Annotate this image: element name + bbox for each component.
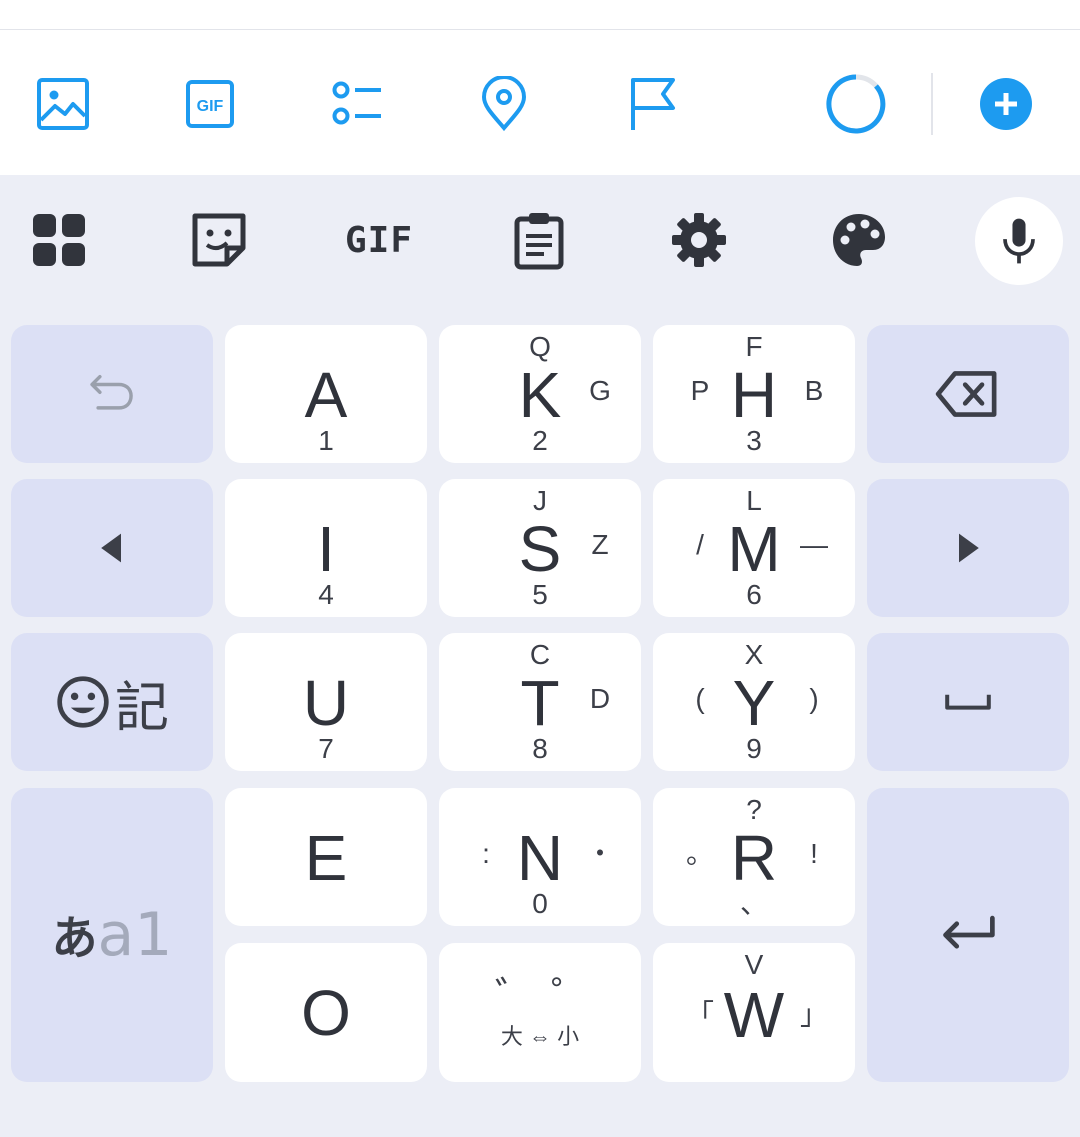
location-icon — [481, 76, 527, 132]
gif-icon: GIF — [186, 80, 234, 128]
key-s[interactable]: J S Z 5 — [439, 479, 641, 617]
compose-toolbar: GIF — [0, 0, 1080, 175]
clipboard-icon — [514, 213, 564, 270]
alphanumeric-mode-label: a1 — [97, 900, 173, 970]
cursor-right-key[interactable] — [867, 479, 1069, 617]
emoji-symbol-key[interactable]: 記 — [11, 633, 213, 771]
svg-text:GIF: GIF — [197, 98, 224, 115]
space-icon — [945, 694, 991, 710]
mic-icon — [1003, 218, 1035, 264]
undo-key[interactable] — [11, 325, 213, 463]
emoji-icon — [57, 676, 109, 728]
add-gif-button[interactable]: GIF — [178, 72, 242, 136]
gif-icon: GIF — [344, 219, 414, 261]
key-t[interactable]: C T D 8 — [439, 633, 641, 771]
grid-icon — [33, 214, 85, 266]
key-r[interactable]: ? 。 R ! 、 — [653, 788, 855, 926]
settings-button[interactable] — [662, 203, 736, 277]
palette-icon — [833, 214, 885, 266]
add-location-button[interactable] — [472, 72, 536, 136]
key-k[interactable]: Q K G 2 — [439, 325, 641, 463]
key-a[interactable]: A 1 — [225, 325, 427, 463]
dakuten-label: ゛ — [495, 975, 535, 1019]
key-e[interactable]: E — [225, 788, 427, 926]
apps-button[interactable] — [22, 203, 96, 277]
size-toggle-label: 大 ⇔ 小 — [500, 1024, 580, 1049]
arrow-right-icon — [959, 533, 979, 563]
progress-ring-icon — [826, 74, 886, 134]
space-key[interactable] — [867, 633, 1069, 771]
add-flag-button[interactable] — [619, 72, 683, 136]
add-image-button[interactable] — [31, 72, 95, 136]
key-m[interactable]: L / M — 6 — [653, 479, 855, 617]
poll-icon — [332, 81, 381, 125]
flag-icon — [631, 78, 675, 130]
backspace-key[interactable] — [867, 325, 1069, 463]
character-count-ring — [824, 72, 888, 136]
key-y[interactable]: X ( Y ) 9 — [653, 633, 855, 771]
cursor-left-key[interactable] — [11, 479, 213, 617]
hiragana-mode-label: あ — [51, 911, 98, 965]
add-poll-button[interactable] — [325, 72, 389, 136]
gif-keyboard-button[interactable]: GIF — [342, 203, 416, 277]
sticker-icon — [192, 213, 246, 267]
input-mode-toggle-key[interactable]: あ a1 — [11, 788, 213, 1082]
key-i[interactable]: I 4 — [225, 479, 427, 617]
gear-icon — [672, 213, 726, 267]
enter-key[interactable] — [867, 788, 1069, 1082]
key-o[interactable]: O — [225, 943, 427, 1082]
voice-input-button[interactable] — [975, 197, 1063, 285]
key-u[interactable]: U 7 — [225, 633, 427, 771]
key-h[interactable]: F P H B 3 — [653, 325, 855, 463]
add-icon — [980, 78, 1032, 130]
top-divider — [0, 29, 1080, 30]
dakuten-toggle-key[interactable]: ゛ ゜ 大 ⇔ 小 — [439, 943, 641, 1082]
sticker-button[interactable] — [182, 203, 256, 277]
key-n[interactable]: : N ・ 0 — [439, 788, 641, 926]
enter-icon — [943, 915, 995, 949]
add-thread-button[interactable] — [974, 72, 1038, 136]
clipboard-button[interactable] — [502, 203, 576, 277]
backspace-icon — [935, 371, 997, 417]
handakuten-label: ゜ — [551, 975, 591, 1019]
theme-button[interactable] — [822, 203, 896, 277]
undo-icon — [90, 374, 133, 410]
image-icon — [37, 78, 89, 130]
toolbar-divider — [931, 73, 933, 135]
key-w[interactable]: V 「 W 」 — [653, 943, 855, 1082]
symbol-label: 記 — [115, 675, 169, 739]
arrow-left-icon — [101, 533, 121, 563]
